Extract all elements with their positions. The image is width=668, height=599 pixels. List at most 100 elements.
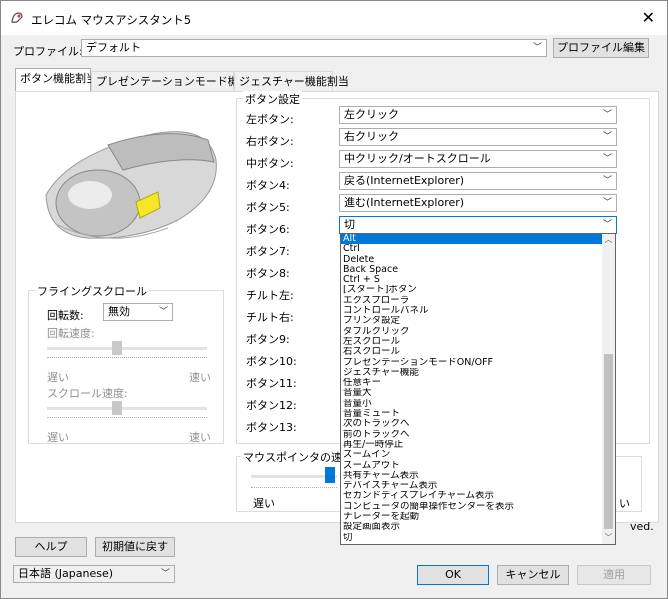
dropdown-option[interactable]: Delete <box>341 255 603 265</box>
scroll-slow-label: 遅い <box>47 431 69 444</box>
dropdown-option[interactable]: エクスプローラ <box>341 296 603 306</box>
dropdown-option[interactable]: 音量小 <box>341 399 603 409</box>
apply-button[interactable]: 適用 <box>577 565 651 585</box>
dropdown-option[interactable]: [スタート]ボタン <box>341 285 603 295</box>
title-bar: エレコム マウスアシスタント5 ✕ <box>1 1 667 35</box>
scroll-speed-thumb[interactable] <box>112 401 122 415</box>
button5-select[interactable]: 進む(InternetExplorer) ﹀ <box>339 194 617 212</box>
dropdown-option[interactable]: Ctrl <box>341 244 603 254</box>
dropdown-option[interactable]: 再生/一時停止 <box>341 440 603 450</box>
close-icon[interactable]: ✕ <box>642 8 655 27</box>
ok-button[interactable]: OK <box>417 565 489 585</box>
dropdown-option[interactable]: 音量大 <box>341 388 603 398</box>
profile-select[interactable]: デフォルト ﹀ <box>81 39 547 57</box>
dropdown-option[interactable]: Ctrl + S <box>341 275 603 285</box>
language-value: 日本語 (Japanese) <box>18 567 114 580</box>
right-button-select[interactable]: 右クリック ﹀ <box>339 128 617 146</box>
rotation-speed-ticks <box>47 357 207 360</box>
tab-gesture-assign[interactable]: ジェスチャー機能割当 <box>234 71 349 91</box>
row-label-middle: 中ボタン: <box>246 157 294 170</box>
dropdown-option[interactable]: ナレーターを起動 <box>341 512 603 522</box>
chevron-down-icon: ﹀ <box>602 176 612 186</box>
flying-scroll-group: フライングスクロール 回転数: 無効 ﹀ 回転速度: 遅い 速い スクロール速度… <box>28 283 224 444</box>
button6-select[interactable]: 切 ﹀ <box>339 216 617 234</box>
row-label-left: 左ボタン: <box>246 113 294 126</box>
scroll-speed-label: スクロール速度: <box>47 387 128 400</box>
row-label-button11: ボタン11: <box>246 377 297 390</box>
chevron-down-icon: ﹀ <box>602 154 612 164</box>
button6-dropdown-list[interactable]: Alt Ctrl Delete Back Space Ctrl + S [スタート]ボタン… <box>340 233 616 545</box>
scroll-down-icon[interactable]: ﹀ <box>602 532 615 544</box>
dropdown-option[interactable]: デバイスチャーム表示 <box>341 481 603 491</box>
chevron-down-icon: ﹀ <box>602 198 612 208</box>
scroll-up-icon[interactable]: ︿ <box>602 234 615 246</box>
chevron-down-icon: ﹀ <box>602 220 612 230</box>
chevron-down-icon: ﹀ <box>158 307 168 317</box>
cancel-button[interactable]: キャンセル <box>497 565 569 585</box>
dropdown-option[interactable]: ダブルクリック <box>341 327 603 337</box>
window-title: エレコム マウスアシスタント5 <box>31 13 192 27</box>
rotations-label: 回転数: <box>47 309 84 322</box>
chevron-down-icon: ﹀ <box>602 132 612 142</box>
rotation-fast-label: 速い <box>189 371 211 384</box>
rotation-speed-track[interactable] <box>47 347 207 350</box>
dropdown-option[interactable]: ジェスチャー機能 <box>341 368 603 378</box>
middle-button-select[interactable]: 中クリック/オートスクロール ﹀ <box>339 150 617 168</box>
row-label-button6: ボタン6: <box>246 223 290 236</box>
dropdown-option[interactable]: 前のトラックへ <box>341 430 603 440</box>
dropdown-option[interactable]: 右スクロール <box>341 347 603 357</box>
right-button-value: 右クリック <box>344 130 399 143</box>
chevron-down-icon: ﹀ <box>532 43 542 53</box>
dropdown-option[interactable]: 任意キー <box>341 378 603 388</box>
row-label-button10: ボタン10: <box>246 355 297 368</box>
row-label-button13: ボタン13: <box>246 421 297 434</box>
middle-button-value: 中クリック/オートスクロール <box>344 152 491 165</box>
rotation-speed-label: 回転速度: <box>47 327 95 340</box>
dropdown-option[interactable]: Alt <box>341 234 603 245</box>
tab-presentation-assign[interactable]: プレゼンテーションモード機能割当 <box>91 71 272 91</box>
dropdown-option[interactable]: セカンドディスプレイチャーム表示 <box>341 491 603 501</box>
dropdown-option[interactable]: コントロールパネル <box>341 306 603 316</box>
dropdown-option[interactable]: 左スクロール <box>341 337 603 347</box>
button4-value: 戻る(InternetExplorer) <box>344 174 465 187</box>
dropdown-scrollbar[interactable]: ︿ ﹀ <box>602 234 615 544</box>
flying-scroll-title: フライングスクロール <box>35 283 149 299</box>
row-label-tilt-right: チルト右: <box>246 311 294 324</box>
profile-edit-button[interactable]: プロファイル編集 <box>553 38 649 58</box>
dropdown-option[interactable]: Back Space <box>341 265 603 275</box>
dropdown-option[interactable]: プレゼンテーションモードON/OFF <box>341 358 603 368</box>
dropdown-option[interactable]: プリンタ設定 <box>341 316 603 326</box>
dropdown-option[interactable]: 次のトラックへ <box>341 419 603 429</box>
left-button-select[interactable]: 左クリック ﹀ <box>339 106 617 124</box>
dropdown-option[interactable]: ズームアウト <box>341 461 603 471</box>
dropdown-option[interactable]: 共有チャーム表示 <box>341 471 603 481</box>
dropdown-option[interactable]: コンピュータの簡単操作センターを表示 <box>341 502 603 512</box>
dropdown-option[interactable]: 設定画面表示 <box>341 522 603 532</box>
button6-value: 切 <box>344 218 355 231</box>
chevron-down-icon: ﹀ <box>602 110 612 120</box>
scroll-speed-ticks <box>47 417 207 420</box>
row-label-right: 右ボタン: <box>246 135 294 148</box>
profile-label: プロファイル: <box>13 45 83 58</box>
pointer-speed-ticks <box>251 487 337 490</box>
rotation-speed-thumb[interactable] <box>112 341 122 355</box>
pointer-speed-thumb[interactable] <box>325 467 335 483</box>
reset-defaults-button[interactable]: 初期値に戻す <box>95 537 175 557</box>
help-button[interactable]: ヘルプ <box>15 537 87 557</box>
profile-value: デフォルト <box>86 41 141 54</box>
scroll-speed-track[interactable] <box>47 407 207 410</box>
trackball-mouse-illustration <box>45 131 217 239</box>
mouse-image <box>28 100 222 260</box>
dropdown-option[interactable]: 切 <box>341 533 603 543</box>
pointer-speed-title: マウスポインタの速度 <box>241 449 355 465</box>
rotations-value: 無効 <box>108 305 130 318</box>
main-window: エレコム マウスアシスタント5 ✕ プロファイル: デフォルト ﹀ プロファイル… <box>0 0 668 599</box>
scroll-thumb[interactable] <box>604 354 613 529</box>
dropdown-option[interactable]: ズームイン <box>341 450 603 460</box>
row-label-button5: ボタン5: <box>246 201 290 214</box>
rotations-select[interactable]: 無効 ﹀ <box>103 303 173 321</box>
tab-button-assign[interactable]: ボタン機能割当 <box>15 68 97 92</box>
button4-select[interactable]: 戻る(InternetExplorer) ﹀ <box>339 172 617 190</box>
language-select[interactable]: 日本語 (Japanese) ﹀ <box>13 565 175 583</box>
dropdown-option[interactable]: 音量ミュート <box>341 409 603 419</box>
